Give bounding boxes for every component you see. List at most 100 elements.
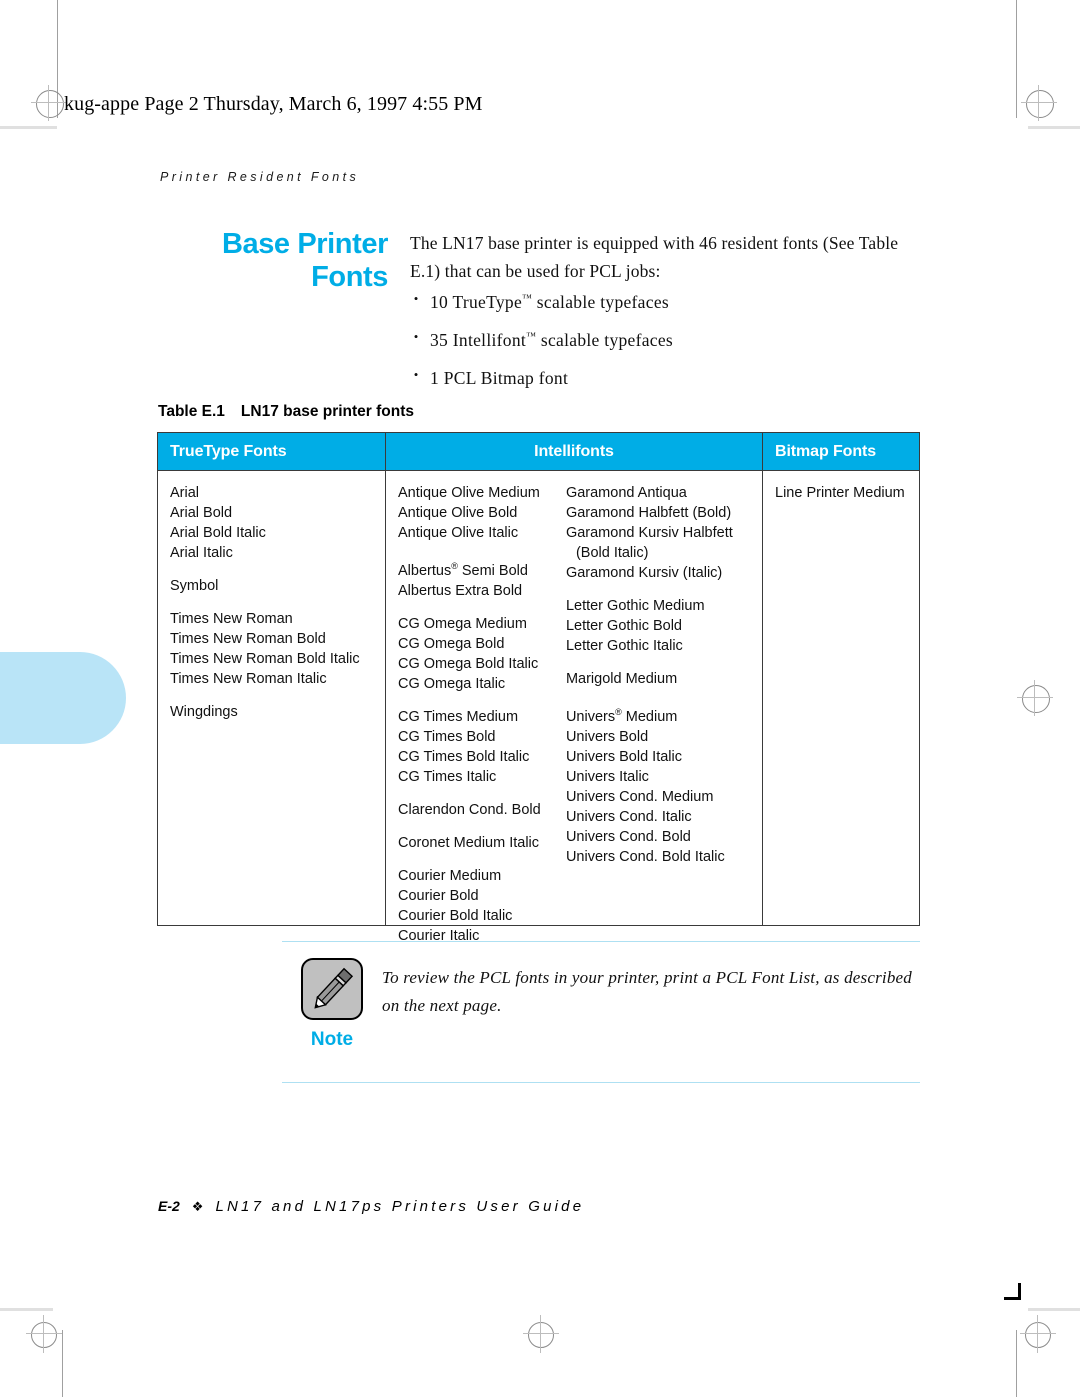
list-item-label: 35 Intellifont™ scalable typefaces (430, 329, 674, 350)
font-group: Wingdings (170, 702, 375, 722)
trim-bar-top-left (0, 126, 57, 129)
font-name: Letter Gothic Medium (565, 598, 705, 614)
font-name: Times New Roman Italic (170, 671, 327, 687)
font-name: CG Times Italic (398, 768, 497, 785)
running-head: Printer Resident Fonts (160, 170, 360, 184)
note-callout: Note To review the PCL fonts in your pri… (282, 941, 920, 1083)
font-name: Arial Italic (170, 545, 233, 561)
page-title: Base Printer Fonts (158, 228, 388, 294)
font-name: Times New Roman Bold Italic (170, 651, 360, 667)
page-title-line-2: Fonts (311, 261, 388, 293)
font-name: Albertus® Semi Bold (398, 561, 528, 579)
font-name: Univers Cond. Bold (565, 828, 691, 845)
font-name: CG Times Bold (398, 728, 496, 745)
registration-crosshair-h-right-middle (1017, 697, 1053, 698)
font-name: (Bold Italic) (575, 545, 649, 561)
registration-crosshair-h-bottom-center (523, 1333, 559, 1334)
bullet-icon: • (413, 367, 419, 382)
registration-mark-top-left (36, 90, 64, 118)
registration-mark-top-right (1026, 90, 1054, 118)
font-name: Garamond Kursiv Halbfett (565, 525, 733, 541)
font-name: Univers Cond. Medium (565, 788, 714, 805)
font-group: Albertus® Semi Bold Albertus Extra Bold (398, 556, 566, 601)
page-title-line-1: Base Printer (221, 228, 388, 260)
font-name: CG Times Medium (398, 708, 519, 725)
column-header-truetype: TrueType Fonts (158, 433, 386, 470)
font-name: Coronet Medium Italic (398, 834, 540, 851)
font-name: Marigold Medium (565, 671, 678, 687)
font-name: Arial Bold Italic (170, 525, 266, 541)
font-name: Wingdings (170, 704, 238, 720)
trim-line-bottom-right-vertical (1016, 1330, 1017, 1397)
registered-trademark-icon: ® (615, 707, 622, 717)
column-header-bitmap: Bitmap Fonts (775, 442, 877, 460)
font-name: Univers Italic (565, 768, 649, 785)
diamond-icon: ❖ (191, 1199, 204, 1214)
table-cell-bitmap: Line Printer Medium (763, 471, 919, 925)
registration-mark-bottom-center (528, 1322, 554, 1348)
intellifonts-subcolumn-right: Garamond Antiqua Garamond Halbfett (Bold)… (566, 483, 752, 925)
font-group: Line Printer Medium (775, 483, 909, 503)
list-item-label: 10 TrueType™ scalable typefaces (430, 291, 669, 312)
font-name: Garamond Halbfett (Bold) (565, 505, 732, 521)
list-item-label: 1 PCL Bitmap font (430, 367, 569, 388)
font-name: CG Omega Bold (398, 635, 505, 652)
font-name: Letter Gothic Bold (565, 618, 683, 634)
note-text: To review the PCL fonts in your printer,… (382, 968, 912, 1015)
font-name: Clarendon Cond. Bold (398, 801, 541, 818)
trademark-icon: ™ (526, 331, 537, 342)
font-name: Univers Cond. Italic (565, 808, 692, 825)
registration-mark-bottom-left (31, 1322, 57, 1348)
font-group: Letter Gothic Medium Letter Gothic Bold Le… (566, 596, 752, 656)
note-bottom-rule (282, 1082, 920, 1083)
font-name: Garamond Kursiv (Italic) (565, 565, 723, 581)
page-number: E-2 (158, 1198, 180, 1214)
font-group: Coronet Medium Italic (398, 833, 566, 853)
note-label: Note (310, 1029, 354, 1050)
trim-bar-bottom-right (1028, 1308, 1080, 1311)
font-name: Antique Olive Italic (398, 525, 519, 541)
list-item: • 10 TrueType™ scalable typefaces (402, 287, 942, 325)
pencil-icon (301, 958, 363, 1020)
trim-bar-top-right (1028, 126, 1080, 129)
column-header-intellifonts: Intellifonts (386, 433, 763, 470)
list-item: • 1 PCL Bitmap font (402, 363, 942, 401)
font-group: Marigold Medium (566, 669, 752, 689)
table-caption: Table E.1 LN17 base printer fonts (158, 403, 414, 421)
font-name: Line Printer Medium (775, 485, 905, 501)
table-cell-truetype: Arial Arial Bold Arial Bold Italic Arial It… (158, 471, 386, 925)
font-name: CG Times Bold Italic (398, 748, 530, 765)
note-icon-group: Note (282, 958, 382, 1068)
font-name: Letter Gothic Italic (565, 638, 683, 654)
note-content: Note To review the PCL fonts in your pri… (282, 942, 920, 1082)
font-group: Arial Arial Bold Arial Bold Italic Arial It… (170, 483, 375, 563)
table-caption-text: LN17 base printer fonts (240, 403, 415, 420)
footer: E-2 ❖ LN17 and LN17ps Printers User Guid… (158, 1198, 584, 1215)
table-caption-number: Table E.1 (158, 403, 225, 420)
list-item: • 35 Intellifont™ scalable typefaces (402, 325, 942, 363)
font-name: Times New Roman (170, 611, 293, 627)
font-name: CG Omega Bold Italic (398, 655, 539, 672)
registration-crosshair-h-bottom-right (1020, 1333, 1056, 1334)
font-group: CG Times Medium CG Times Bold CG Times Bol… (398, 707, 566, 787)
font-group: Clarendon Cond. Bold (398, 800, 566, 820)
bullet-icon: • (413, 329, 419, 344)
font-name: Garamond Antiqua (565, 485, 687, 501)
font-name: Symbol (170, 578, 219, 594)
registered-trademark-icon: ® (451, 561, 458, 571)
registration-crosshair-h-bottom-left (26, 1333, 62, 1334)
font-group: Symbol (170, 576, 375, 596)
fonts-table: TrueType Fonts Intellifonts Bitmap Fonts… (157, 432, 920, 944)
table-cell-intellifonts: Antique Olive Medium Antique Olive Bold An… (386, 471, 763, 944)
table-body: Arial Arial Bold Arial Bold Italic Arial It… (158, 471, 919, 944)
registration-mark-bottom-right (1025, 1322, 1051, 1348)
table-header-row: TrueType Fonts Intellifonts Bitmap Fonts (158, 433, 919, 471)
registration-crosshair-h-top-left (31, 102, 67, 103)
font-name: Arial Bold (170, 505, 233, 521)
intro-paragraph: The LN17 base printer is equipped with 4… (410, 233, 899, 281)
font-name: Univers® Medium (565, 707, 678, 725)
registration-mark-right-middle (1022, 685, 1050, 713)
font-name: Univers Bold (565, 728, 649, 745)
registration-crosshair-v-bottom-center (540, 1315, 541, 1353)
font-group: Courier Medium Courier Bold Courier Bold I… (398, 866, 566, 946)
